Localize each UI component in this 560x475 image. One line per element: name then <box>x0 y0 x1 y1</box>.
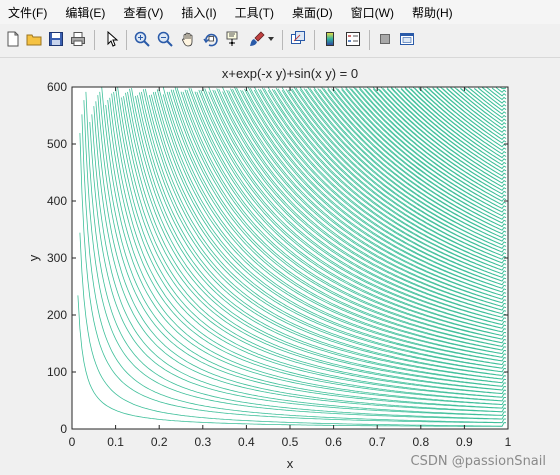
contour-plot[interactable]: x+exp(-x y)+sin(x y) = 0 0 0.1 0.2 0.3 0.4 0.… <box>0 58 560 475</box>
brush-icon[interactable] <box>247 29 267 49</box>
figure-canvas[interactable]: x+exp(-x y)+sin(x y) = 0 0 0.1 0.2 0.3 0.4 0.… <box>0 58 560 475</box>
toolbar-separator <box>94 30 95 50</box>
hide-plot-tools-icon[interactable] <box>375 29 395 49</box>
toolbar-separator <box>369 30 370 50</box>
x-tick-label: 0.5 <box>282 435 299 449</box>
y-axis-label: y <box>26 254 41 261</box>
link-plot-icon[interactable] <box>288 29 308 49</box>
legend-icon[interactable] <box>343 29 363 49</box>
x-axis-label: x <box>287 456 294 471</box>
toolbar-separator <box>314 30 315 50</box>
zoom-out-icon[interactable] <box>155 29 175 49</box>
x-tick-label: 0.3 <box>194 435 211 449</box>
data-cursor-icon[interactable] <box>224 29 244 49</box>
x-tick-label: 0 <box>69 435 76 449</box>
menu-view[interactable]: 查看(V) <box>123 4 163 21</box>
y-tick-label: 100 <box>47 365 67 379</box>
x-tick-label: 0.1 <box>107 435 124 449</box>
menu-file[interactable]: 文件(F) <box>8 4 47 21</box>
menu-tools[interactable]: 工具(T) <box>235 4 274 21</box>
zoom-in-icon[interactable] <box>132 29 152 49</box>
x-tick-label: 0.8 <box>412 435 429 449</box>
plot-title: x+exp(-x y)+sin(x y) = 0 <box>222 66 358 81</box>
menu-edit[interactable]: 编辑(E) <box>65 4 105 21</box>
menu-bar: 文件(F) 编辑(E) 查看(V) 插入(I) 工具(T) 桌面(D) 窗口(W… <box>0 0 560 24</box>
x-tick-label: 1 <box>505 435 512 449</box>
save-icon[interactable] <box>46 29 66 49</box>
new-figure-icon[interactable] <box>3 29 23 49</box>
pointer-icon[interactable] <box>102 29 122 49</box>
x-tick-label: 0.2 <box>151 435 168 449</box>
rotate-3d-icon[interactable] <box>201 29 221 49</box>
menu-desktop[interactable]: 桌面(D) <box>292 4 333 21</box>
x-tick-label: 0.6 <box>325 435 342 449</box>
x-tick-label: 0.7 <box>369 435 386 449</box>
x-tick-label: 0.9 <box>456 435 473 449</box>
menu-window[interactable]: 窗口(W) <box>351 4 394 21</box>
watermark: CSDN @passionSnail <box>410 454 546 469</box>
show-plot-tools-icon[interactable] <box>397 29 417 49</box>
y-tick-label: 500 <box>47 137 67 151</box>
pan-icon[interactable] <box>178 29 198 49</box>
y-tick-label: 200 <box>47 308 67 322</box>
colorbar-icon[interactable] <box>320 29 340 49</box>
y-tick-label: 300 <box>47 251 67 265</box>
print-icon[interactable] <box>68 29 88 49</box>
open-icon[interactable] <box>24 29 44 49</box>
menu-help[interactable]: 帮助(H) <box>412 4 453 21</box>
toolbar-separator <box>282 30 283 50</box>
menu-insert[interactable]: 插入(I) <box>181 4 216 21</box>
toolbar-separator <box>126 30 127 50</box>
x-tick-label: 0.4 <box>238 435 255 449</box>
toolbar <box>0 24 560 58</box>
y-tick-label: 400 <box>47 194 67 208</box>
y-tick-label: 600 <box>47 80 67 94</box>
y-tick-label: 0 <box>60 422 67 436</box>
brush-dropdown-icon[interactable] <box>266 29 276 49</box>
